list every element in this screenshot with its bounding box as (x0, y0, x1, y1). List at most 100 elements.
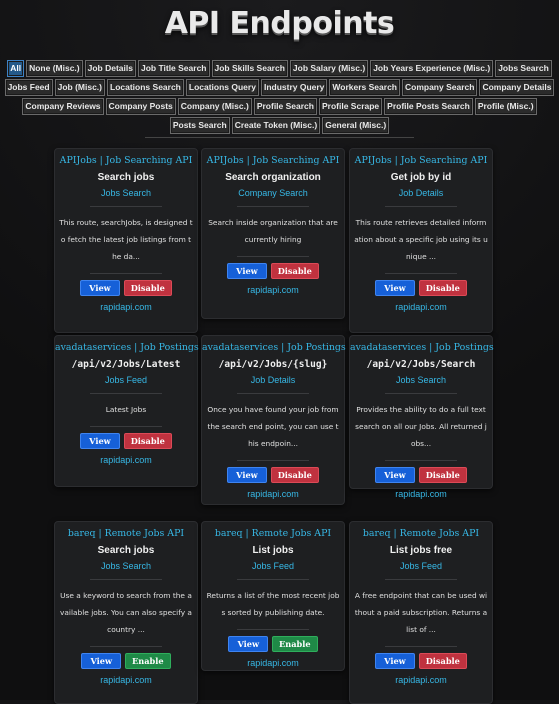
tab-job-title-search[interactable]: Job Title Search (137, 60, 210, 77)
card-divider (90, 426, 162, 427)
view-button[interactable]: View (80, 280, 120, 296)
tab-all[interactable]: All (7, 60, 25, 77)
tab-job-years-experience-misc[interactable]: Job Years Experience (Misc.) (370, 60, 494, 77)
card-actions: View Disable (350, 467, 492, 483)
endpoint-description: Search inside organization that are curr… (208, 218, 338, 244)
endpoint-name: List jobs (252, 545, 294, 556)
card-divider (90, 206, 162, 207)
endpoint-name: /api/v2/Jobs/{slug} (218, 359, 328, 370)
endpoint-category: Jobs Feed (104, 375, 148, 385)
tab-posts-search[interactable]: Posts Search (169, 117, 230, 134)
tab-none-misc[interactable]: None (Misc.) (26, 60, 83, 77)
provider-link[interactable]: rapidapi.com (55, 675, 197, 685)
provider-link[interactable]: rapidapi.com (202, 489, 344, 499)
tab-workers-search[interactable]: Workers Search (329, 79, 400, 96)
card-divider (385, 206, 457, 207)
tab-profile-scrape[interactable]: Profile Scrape (318, 98, 383, 115)
tab-job-skills-search[interactable]: Job Skills Search (211, 60, 288, 77)
enable-button[interactable]: Enable (125, 653, 171, 669)
enable-button[interactable]: Enable (272, 636, 318, 652)
view-button[interactable]: View (227, 467, 267, 483)
disable-button[interactable]: Disable (270, 263, 319, 279)
disable-button[interactable]: Disable (123, 433, 172, 449)
provider-link[interactable]: rapidapi.com (55, 455, 197, 465)
card-divider (90, 646, 162, 647)
provider-link[interactable]: rapidapi.com (55, 302, 197, 312)
tab-general-misc[interactable]: General (Misc.) (322, 117, 390, 134)
disable-button[interactable]: Disable (270, 467, 319, 483)
endpoint-description: Once you have found your job from the se… (207, 405, 339, 448)
card-actions: View Disable (350, 280, 492, 296)
api-source: APIJobs | Job Searching API (206, 155, 340, 166)
endpoint-category: Jobs Search (395, 375, 447, 385)
endpoint-card: APIJobs | Job Searching API Search jobs Jo… (54, 148, 198, 333)
api-source: APIJobs | Job Searching API (354, 155, 488, 166)
view-button[interactable]: View (80, 433, 120, 449)
endpoint-card: bareq | Remote Jobs API Search jobs Jobs S… (54, 521, 198, 704)
api-source: APIJobs | Job Searching API (59, 155, 193, 166)
provider-link[interactable]: rapidapi.com (350, 302, 492, 312)
card-actions: View Disable (55, 433, 197, 449)
disable-button[interactable]: Disable (418, 280, 467, 296)
provider-link[interactable]: rapidapi.com (202, 285, 344, 295)
card-actions: View Disable (202, 467, 344, 483)
tab-locations-search[interactable]: Locations Search (107, 79, 184, 96)
card-divider (237, 393, 309, 394)
card-divider (237, 256, 309, 257)
view-button[interactable]: View (375, 280, 415, 296)
endpoint-category: Company Search (238, 188, 308, 198)
tab-job-salary-misc[interactable]: Job Salary (Misc.) (289, 60, 369, 77)
tab-company-posts[interactable]: Company Posts (105, 98, 176, 115)
view-button[interactable]: View (227, 263, 267, 279)
tab-industry-query[interactable]: Industry Query (260, 79, 328, 96)
tab-company-misc[interactable]: Company (Misc.) (177, 98, 252, 115)
provider-link[interactable]: rapidapi.com (350, 675, 492, 685)
endpoint-card: avadataservices | Job Postings/api/v2/Jo… (54, 335, 199, 487)
card-divider (237, 579, 309, 580)
disable-button[interactable]: Disable (418, 653, 467, 669)
divider (145, 137, 414, 138)
endpoint-category: Jobs Search (100, 188, 152, 198)
view-button[interactable]: View (81, 653, 122, 669)
tab-create-token-misc[interactable]: Create Token (Misc.) (231, 117, 321, 134)
provider-link[interactable]: rapidapi.com (350, 489, 492, 499)
provider-link[interactable]: rapidapi.com (202, 658, 344, 668)
api-source: avadataservices | Job Postings (55, 342, 199, 353)
card-divider (90, 393, 162, 394)
endpoint-card: bareq | Remote Jobs API List jobs free Job… (349, 521, 493, 704)
card-divider (90, 579, 162, 580)
view-button[interactable]: View (375, 653, 415, 669)
endpoint-name: Search jobs (97, 172, 155, 183)
view-button[interactable]: View (228, 636, 269, 652)
tab-job-details[interactable]: Job Details (84, 60, 136, 77)
api-source: bareq | Remote Jobs API (362, 528, 480, 539)
disable-button[interactable]: Disable (418, 467, 467, 483)
tab-profile-search[interactable]: Profile Search (253, 98, 317, 115)
tab-jobs-search[interactable]: Jobs Search (495, 60, 552, 77)
tab-company-search[interactable]: Company Search (402, 79, 478, 96)
view-button[interactable]: View (375, 467, 415, 483)
endpoint-category: Job Details (398, 188, 444, 198)
tab-locations-query[interactable]: Locations Query (185, 79, 259, 96)
card-divider (385, 393, 457, 394)
endpoint-category: Jobs Feed (251, 561, 295, 571)
endpoint-category: Job Details (250, 375, 296, 385)
endpoint-description: Returns a list of the most recent jobs s… (206, 591, 340, 617)
card-actions: View Disable (202, 263, 344, 279)
endpoint-card: APIJobs | Job Searching API Get job by id… (349, 148, 493, 333)
endpoint-name: List jobs free (389, 545, 453, 556)
endpoint-card: avadataservices | Job Postings/api/v2/Jo… (349, 335, 494, 499)
card-actions: View Enable (55, 653, 197, 669)
disable-button[interactable]: Disable (123, 280, 172, 296)
card-actions: View Disable (350, 653, 492, 669)
tab-company-reviews[interactable]: Company Reviews (22, 98, 104, 115)
tab-company-details[interactable]: Company Details (479, 79, 555, 96)
endpoint-category: Jobs Feed (399, 561, 443, 571)
tab-profile-posts-search[interactable]: Profile Posts Search (384, 98, 473, 115)
tab-job-misc[interactable]: Job (Misc.) (54, 79, 106, 96)
tab-jobs-feed[interactable]: Jobs Feed (4, 79, 53, 96)
category-tabs: All None (Misc.) Job Details Job Title Sear… (4, 60, 555, 134)
tab-profile-misc[interactable]: Profile (Misc.) (474, 98, 537, 115)
endpoint-description: Latest Jobs (105, 405, 147, 414)
card-actions: View Enable (202, 636, 344, 652)
